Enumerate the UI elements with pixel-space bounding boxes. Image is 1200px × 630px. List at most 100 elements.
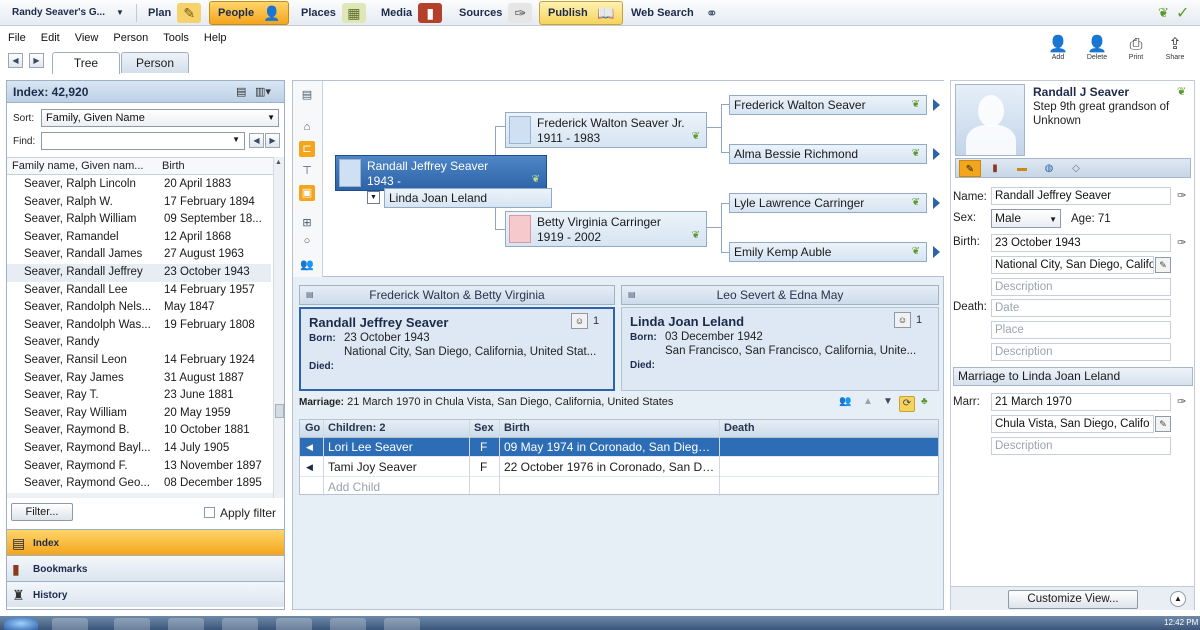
notes-tab-icon[interactable]: ▬ [1011, 160, 1033, 177]
index-list-item[interactable]: Seaver, Ramandel 12 April 1868 [7, 229, 271, 247]
marriage-place-field[interactable]: Chula Vista, San Diego, Califo [991, 415, 1154, 433]
back-arrow-button[interactable]: ◀ [8, 53, 23, 68]
menu-edit[interactable]: Edit [41, 32, 60, 44]
share-button[interactable]: ⇪ Share [1157, 36, 1193, 64]
menu-help[interactable]: Help [204, 32, 227, 44]
index-scrollbar[interactable]: ▲ [273, 157, 284, 498]
death-description-field[interactable]: Description [991, 343, 1171, 361]
delete-person-button[interactable]: 👤 Delete [1079, 36, 1115, 64]
zoom-slider-icon[interactable]: ○ [299, 233, 315, 249]
index-list-item[interactable]: Seaver, Ray William 20 May 1959 [7, 405, 271, 423]
scroll-up-icon[interactable]: ▲ [275, 159, 282, 166]
add-child-link[interactable]: Add Child [328, 480, 380, 494]
index-list-item[interactable]: Seaver, Ralph W. 17 February 1894 [7, 194, 271, 212]
index-hscrollbar[interactable] [7, 493, 273, 498]
death-date-field[interactable]: Date [991, 299, 1171, 317]
child-row[interactable]: ◀ Lori Lee Seaver F 09 May 1974 in Coron… [300, 438, 938, 457]
pedigree-maternal-grandfather[interactable]: Lyle Lawrence Carringer ❦ [729, 193, 927, 213]
pedigree-root-person[interactable]: Randall Jeffrey Seaver 1943 - ❦ [335, 155, 547, 191]
person-card-icon[interactable]: ▣ [299, 185, 315, 201]
citation-icon[interactable]: ✑ [1177, 189, 1186, 202]
nav-people-button[interactable]: People 👤 [209, 1, 290, 25]
media-icon[interactable]: ☺ [571, 313, 588, 329]
leaf-hint-icon[interactable]: ❦ [912, 96, 920, 114]
expand-arrow-icon[interactable] [933, 197, 940, 209]
pedigree-spouse[interactable]: Linda Joan Leland [384, 188, 552, 208]
index-list-item[interactable]: Seaver, Randolph Was... 19 February 1808 [7, 317, 271, 335]
nav-web-search-button[interactable]: Web Search ⚭ [623, 1, 728, 25]
leaf-hint-icon[interactable]: ❦ [1158, 5, 1169, 21]
nav-media-button[interactable]: Media ▮ [373, 1, 446, 25]
index-list-item[interactable]: Seaver, Randall James 27 August 1963 [7, 246, 271, 264]
tag-tab-icon[interactable]: ◇ [1065, 160, 1087, 177]
menu-file[interactable]: File [8, 32, 26, 44]
citation-icon[interactable]: ✑ [1177, 395, 1186, 408]
family-layout-icon[interactable]: ⊤ [299, 163, 315, 179]
wife-card[interactable]: Linda Joan Leland ☺ 1 Born: 03 December … [621, 307, 939, 391]
marriage-section-header[interactable]: Marriage to Linda Joan Leland [953, 367, 1193, 386]
side-nav-history[interactable]: ♜ History [7, 581, 284, 607]
index-list-item[interactable]: Seaver, Ransil Leon 14 February 1924 [7, 352, 271, 370]
tree-name[interactable]: Randy Seaver's G... [12, 7, 105, 18]
forward-arrow-button[interactable]: ▶ [29, 53, 44, 68]
menu-view[interactable]: View [75, 32, 99, 44]
place-lookup-icon[interactable]: ✎ [1155, 257, 1171, 273]
start-button[interactable] [4, 617, 38, 630]
taskbar-app[interactable] [222, 618, 258, 630]
index-list-item[interactable]: Seaver, Ray James 31 August 1887 [7, 370, 271, 388]
find-dropdown-icon[interactable]: ▼ [232, 135, 240, 144]
husband-card[interactable]: Randall Jeffrey Seaver ☺ 1 Born: 23 Octo… [299, 307, 615, 391]
move-up-icon[interactable]: ▲ [863, 396, 873, 407]
pedigree-layout-icon[interactable]: ⊏ [299, 141, 315, 157]
index-list-item[interactable]: Seaver, Ray T. 23 June 1881 [7, 387, 271, 405]
pedigree-father[interactable]: Frederick Walton Seaver Jr. 1911 - 1983 … [505, 112, 707, 148]
filter-button[interactable]: Filter... [11, 503, 73, 521]
move-down-icon[interactable]: ▼ [883, 396, 893, 407]
birth-place-field[interactable]: National City, San Diego, Califo [991, 256, 1154, 274]
col-birth-header[interactable]: Birth [162, 160, 185, 172]
expand-arrow-icon[interactable] [933, 246, 940, 258]
media-icon[interactable]: ☺ [894, 312, 911, 328]
add-person-button[interactable]: 👤 Add [1040, 36, 1076, 64]
index-list-item[interactable]: Seaver, Randy [7, 334, 271, 352]
pedigree-paternal-grandmother[interactable]: Alma Bessie Richmond ❦ [729, 144, 927, 164]
find-prev-button[interactable]: ◀ [249, 133, 264, 148]
expand-arrow-icon[interactable] [933, 99, 940, 111]
index-list-item[interactable]: Seaver, Raymond Bayl... 14 July 1905 [7, 440, 271, 458]
birth-date-field[interactable]: 23 October 1943 [991, 234, 1171, 252]
taskbar-app[interactable] [384, 618, 420, 630]
collapse-up-icon[interactable]: ▲ [1170, 591, 1186, 607]
index-list-item[interactable]: Seaver, Raymond B. 10 October 1881 [7, 422, 271, 440]
index-list-item[interactable]: Seaver, Randall Lee 14 February 1957 [7, 282, 271, 300]
husband-parents-header[interactable]: ▤ Frederick Walton & Betty Virginia [299, 285, 615, 305]
sex-select[interactable]: Male ▼ [991, 209, 1061, 228]
go-arrow-icon[interactable]: ◀ [306, 462, 313, 473]
place-lookup-icon[interactable]: ✎ [1155, 416, 1171, 432]
web-tab-icon[interactable]: ◍ [1038, 160, 1060, 177]
nav-plan-button[interactable]: Plan ✎ [140, 1, 205, 25]
columns-icon[interactable]: ▥▾ [255, 85, 271, 98]
taskbar-app[interactable] [330, 618, 366, 630]
tab-tree[interactable]: Tree [52, 52, 120, 74]
menu-tools[interactable]: Tools [163, 32, 189, 44]
taskbar-app[interactable] [114, 618, 150, 630]
go-arrow-icon[interactable]: ◀ [306, 442, 313, 453]
birth-description-field[interactable]: Description [991, 278, 1171, 296]
nav-places-button[interactable]: Places ▦ [293, 1, 370, 25]
add-child-row[interactable]: Add Child [300, 478, 938, 497]
pedigree-paternal-grandfather[interactable]: Frederick Walton Seaver ❦ [729, 95, 927, 115]
apply-filter-checkbox[interactable] [204, 507, 215, 518]
leaf-hint-icon[interactable]: ❦ [912, 243, 920, 261]
pedigree-mother[interactable]: Betty Virginia Carringer 1919 - 2002 ❦ [505, 211, 707, 247]
index-options-icon[interactable]: ▤ [236, 85, 246, 98]
spouse-dropdown[interactable]: ▼ [367, 191, 380, 204]
child-row[interactable]: ◀ Tami Joy Seaver F 22 October 1976 in C… [300, 458, 938, 477]
index-list-item[interactable]: Seaver, Ralph Lincoln 20 April 1883 [7, 176, 271, 194]
col-name-header[interactable]: Family name, Given nam... [12, 160, 143, 172]
leaf-hint-icon[interactable]: ❦ [692, 131, 700, 142]
index-list-item[interactable]: Seaver, Raymond Geo... 08 December 1895 [7, 475, 271, 492]
leaf-hint-icon[interactable]: ❦ [692, 230, 700, 241]
side-nav-index[interactable]: ▤ Index [7, 529, 284, 555]
citation-icon[interactable]: ✑ [1177, 236, 1186, 249]
print-button[interactable]: ⎙ Print [1118, 36, 1154, 64]
